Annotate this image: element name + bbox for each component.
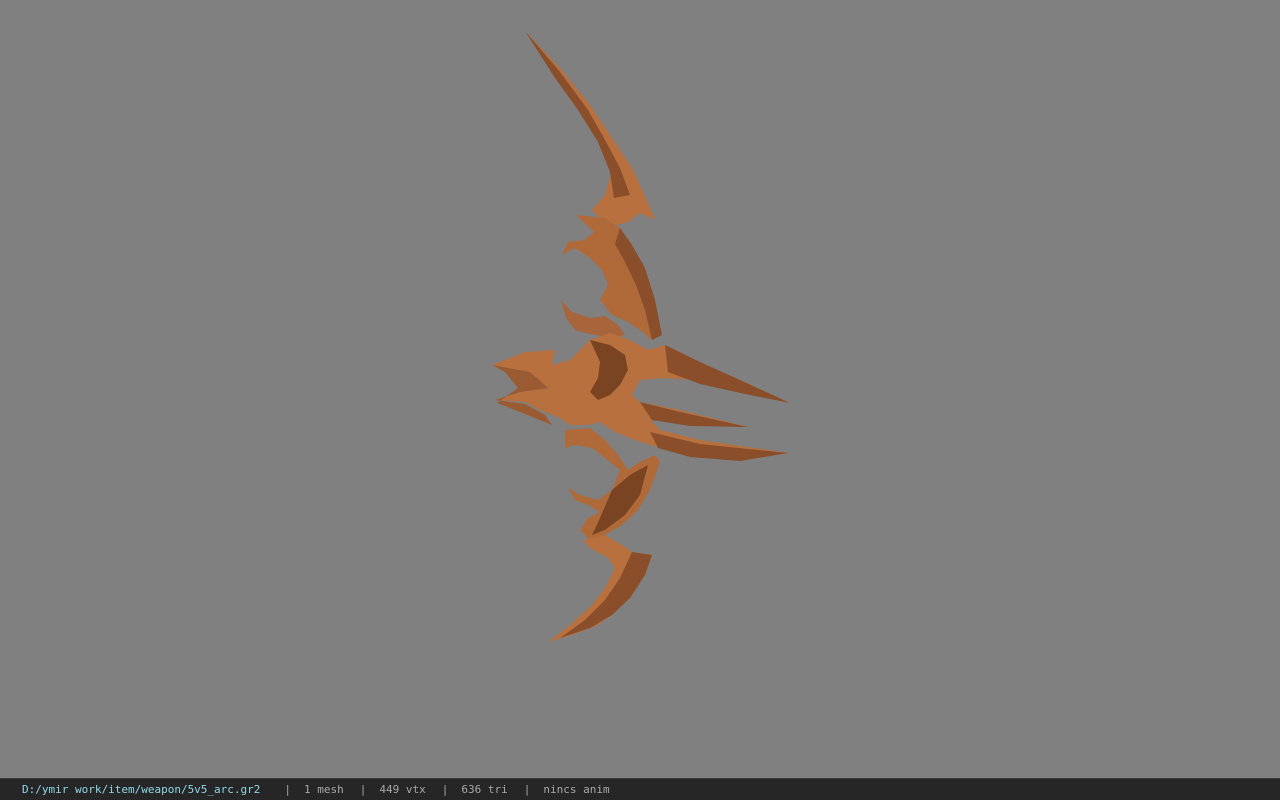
file-path: D:/ymir work/item/weapon/5v5_arc.gr2 [22,783,261,796]
bow-grip [492,333,790,460]
bow-model [492,31,790,642]
status-bar: D:/ymir work/item/weapon/5v5_arc.gr2 | 1… [0,778,1280,800]
3d-viewport[interactable] [0,0,1280,778]
bow-top-limb-shade [525,31,630,198]
vertex-count: 449 vtx [379,783,426,796]
bow-bottom-limb [548,535,652,642]
status-separator: | [523,783,531,796]
animation-status: nincs anim [543,783,610,796]
bow-mesh [492,31,790,642]
bow-blade-shade-1 [665,345,790,403]
status-separator: | [441,783,449,796]
status-separator: | [284,783,292,796]
mesh-count: 1 mesh [304,783,344,796]
triangle-count: 636 tri [461,783,508,796]
status-separator: | [359,783,367,796]
